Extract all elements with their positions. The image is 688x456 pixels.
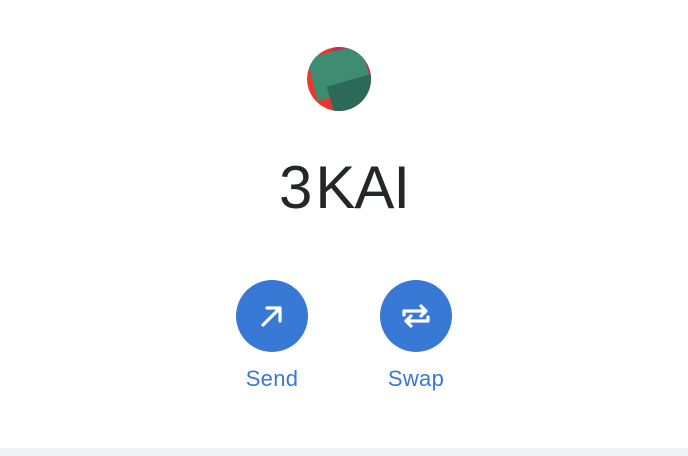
send-button-circle[interactable] (236, 280, 308, 352)
token-balance: 3KAI (0, 153, 688, 223)
balance-amount: 3 (278, 154, 312, 221)
swap-arrows-icon (402, 304, 430, 328)
action-bar: Send Swap (0, 280, 688, 392)
token-symbol: KAI (315, 154, 410, 221)
swap-button[interactable]: Swap (380, 280, 452, 392)
token-avatar-icon (307, 47, 371, 111)
swap-label[interactable]: Swap (388, 366, 444, 392)
arrow-up-right-icon (261, 306, 282, 327)
swap-button-circle[interactable] (380, 280, 452, 352)
bottom-divider (0, 448, 688, 456)
send-label[interactable]: Send (246, 366, 299, 392)
send-button[interactable]: Send (236, 280, 308, 392)
